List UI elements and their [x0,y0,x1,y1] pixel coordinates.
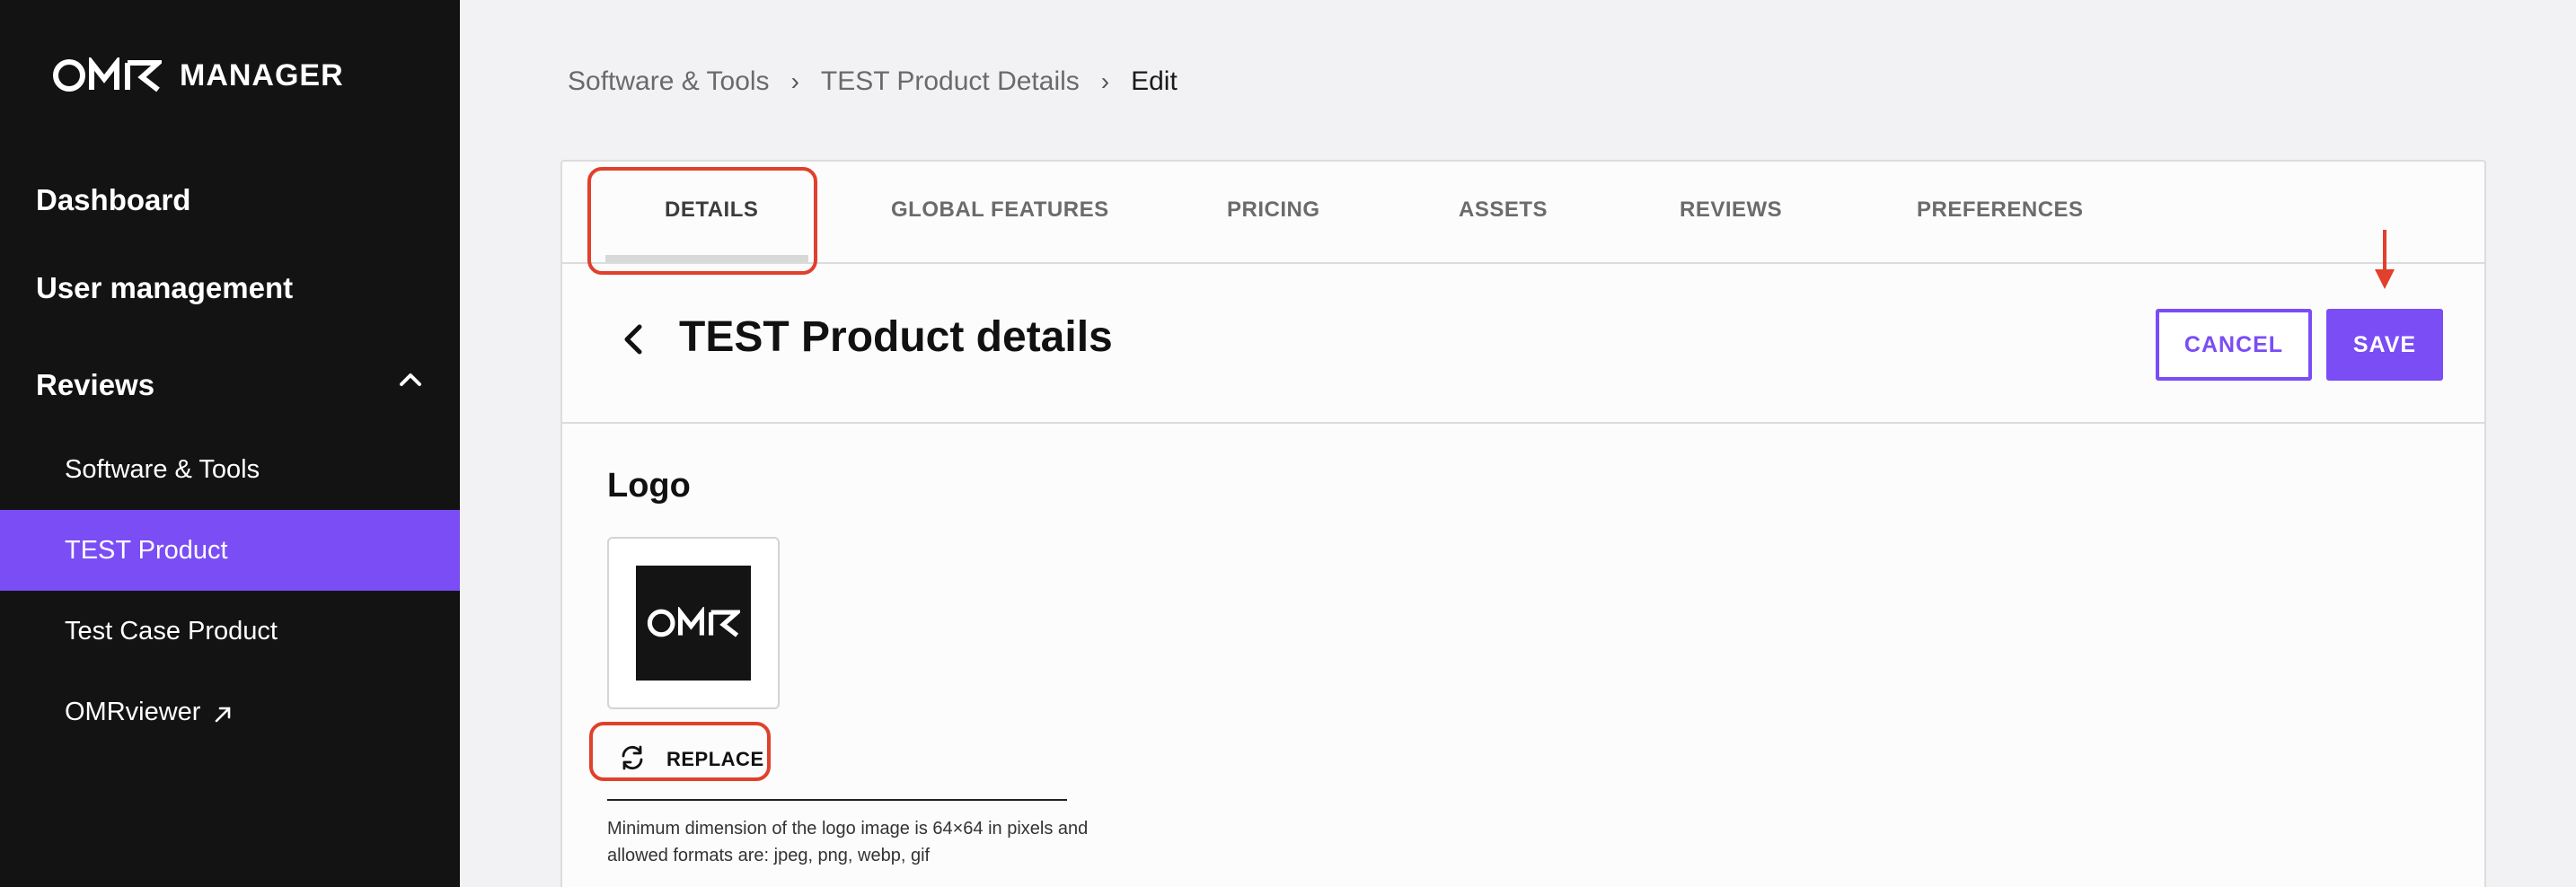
arrow-down-icon [2371,228,2398,291]
sidebar: MANAGER Dashboard User management Review… [0,0,460,887]
tab-bar: DETAILS GLOBAL FEATURES PRICING ASSETS R… [562,162,2484,264]
sidebar-item-software-tools[interactable]: Software & Tools [0,429,460,510]
sidebar-item-test-case-product[interactable]: Test Case Product [0,591,460,672]
breadcrumb-separator: › [790,67,799,95]
tab-pricing[interactable]: PRICING [1227,198,1320,223]
page-header: TEST Product details CANCEL SAVE [562,266,2484,424]
brand-name: MANAGER [180,57,344,92]
product-logo-image [636,566,751,681]
sidebar-item-test-product[interactable]: TEST Product [0,510,460,591]
page-title: TEST Product details [679,313,1113,361]
annotation-highlight-details [587,167,817,275]
tab-preferences[interactable]: PREFERENCES [1917,198,2084,223]
sidebar-item-label: Software & Tools [65,454,260,484]
cancel-button[interactable]: CANCEL [2156,309,2312,381]
breadcrumb: Software & Tools › TEST Product Details … [568,66,1178,97]
external-link-icon [213,702,233,723]
sidebar-item-label: TEST Product [65,535,228,565]
tab-global-features[interactable]: GLOBAL FEATURES [891,198,1109,223]
save-button[interactable]: SAVE [2326,309,2443,381]
logo-preview [607,537,780,709]
sidebar-item-label: OMRviewer [65,697,201,726]
breadcrumb-item-edit: Edit [1131,66,1178,96]
nav-user-management[interactable]: User management [36,271,293,305]
nav-dashboard[interactable]: Dashboard [36,183,190,217]
omr-logo-icon [647,607,740,637]
edit-card: DETAILS GLOBAL FEATURES PRICING ASSETS R… [560,160,2486,887]
divider [607,799,1067,801]
annotation-highlight-replace [589,722,771,781]
breadcrumb-item-product-details[interactable]: TEST Product Details [821,66,1080,97]
tab-assets[interactable]: ASSETS [1459,198,1548,223]
omr-logo-icon [52,57,162,93]
nav-reviews[interactable]: Reviews [36,368,154,402]
logo-hint-text: Minimum dimension of the logo image is 6… [607,819,1089,865]
chevron-up-icon[interactable] [397,366,424,393]
logo-section-title: Logo [607,467,691,505]
brand[interactable]: MANAGER [52,57,344,93]
breadcrumb-item-software-tools[interactable]: Software & Tools [568,66,770,97]
tab-reviews[interactable]: REVIEWS [1680,198,1782,223]
breadcrumb-separator: › [1100,67,1110,95]
sidebar-item-label: Test Case Product [65,616,278,645]
chevron-left-icon[interactable] [614,312,652,366]
sidebar-item-omrviewer[interactable]: OMRviewer [0,672,460,752]
